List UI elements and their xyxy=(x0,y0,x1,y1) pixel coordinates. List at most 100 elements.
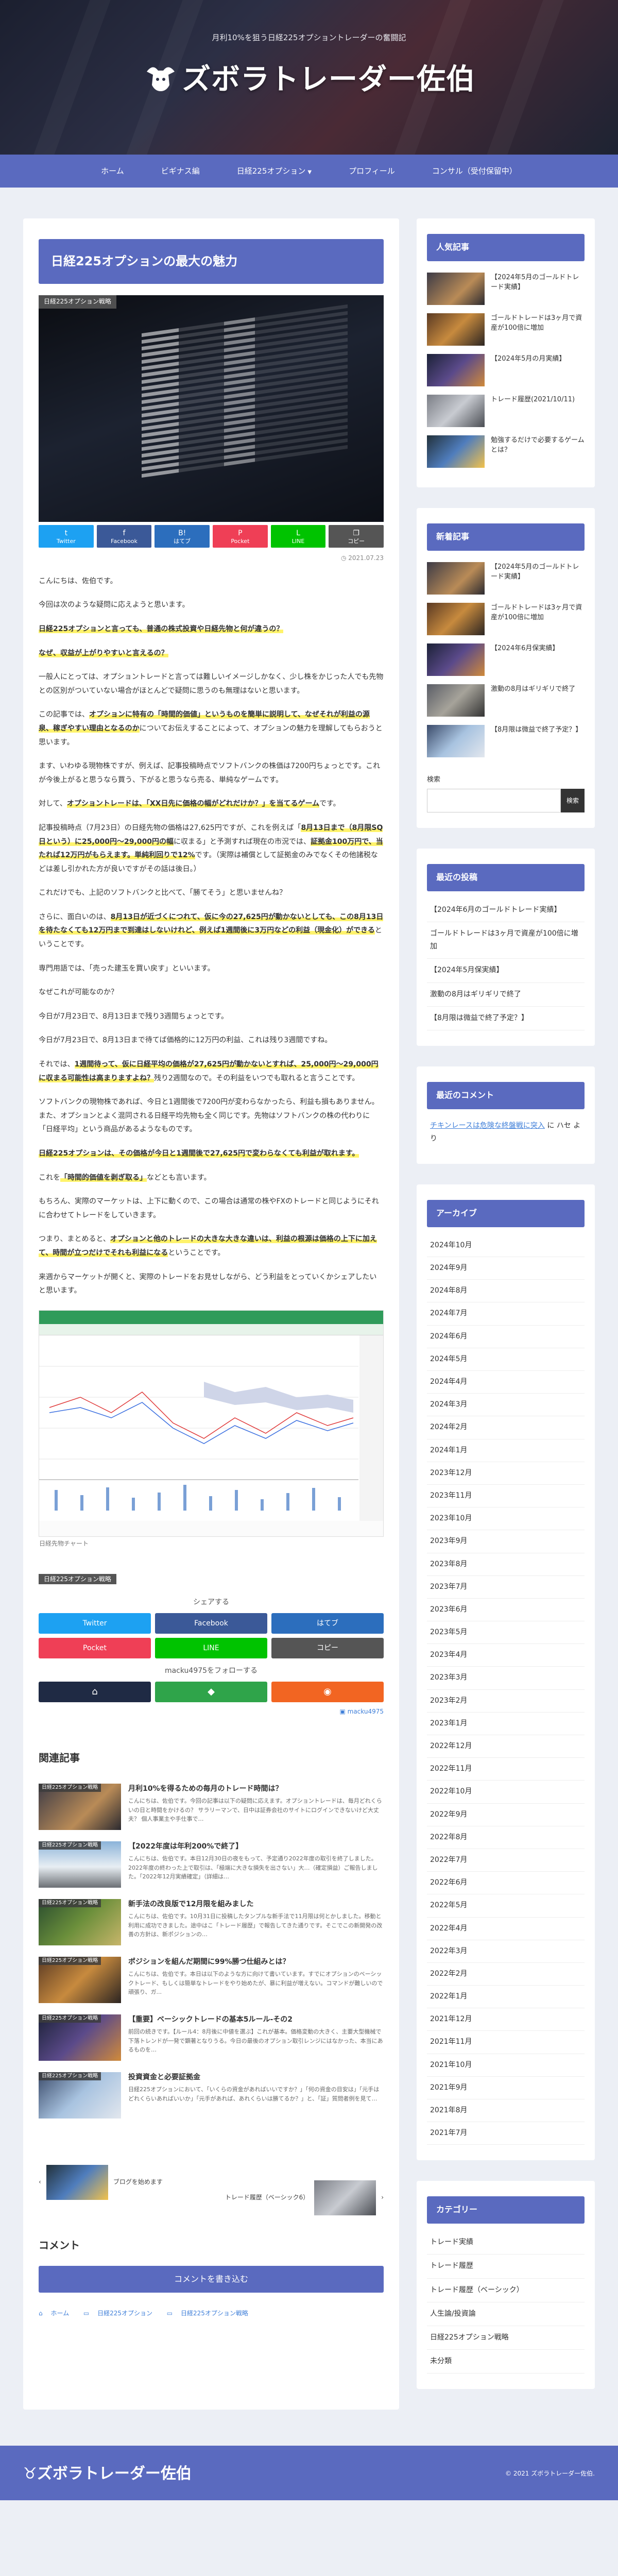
related-thumbnail[interactable]: 日経225オプション戦略 xyxy=(39,2014,121,2061)
related-thumbnail[interactable]: 日経225オプション戦略 xyxy=(39,1783,121,1830)
share-line-button[interactable]: L LINE xyxy=(270,525,326,548)
recent-post-link[interactable]: 【2024年6月のゴールドトレード実績】 xyxy=(427,899,585,922)
eyecatch-category-label[interactable]: 日経225オプション戦略 xyxy=(39,295,116,309)
nav-item-profile[interactable]: プロフィール xyxy=(330,155,414,188)
archive-link[interactable]: 2022年12月 xyxy=(427,1735,585,1758)
new-post-item[interactable]: 激動の8月はギリギリで終了 xyxy=(427,680,585,721)
archive-link[interactable]: 2023年1月 xyxy=(427,1713,585,1735)
share-hatena-button[interactable]: はてブ xyxy=(271,1613,384,1634)
share-pocket-button[interactable]: P Pocket xyxy=(213,525,268,548)
breadcrumb-item[interactable]: ⌂ ホーム xyxy=(39,2310,75,2317)
archive-link[interactable]: 2024年7月 xyxy=(427,1302,585,1326)
archive-link[interactable]: 2021年7月 xyxy=(427,2122,585,2145)
new-post-item[interactable]: ゴールドトレードは3ヶ月で資産が100倍に増加 xyxy=(427,599,585,639)
archive-link[interactable]: 2024年6月 xyxy=(427,1326,585,1348)
nav-item-beginner[interactable]: ビギナス編 xyxy=(143,155,218,188)
category-tag[interactable]: 日経225オプション戦略 xyxy=(39,1573,116,1584)
follow-home-button[interactable]: ⌂ xyxy=(39,1682,151,1703)
related-thumbnail[interactable]: 日経225オプション戦略 xyxy=(39,1841,121,1888)
nav-item-consult[interactable]: コンサル（受付保留中） xyxy=(414,155,536,188)
archive-link[interactable]: 2023年8月 xyxy=(427,1553,585,1576)
popular-post-item[interactable]: 【2024年5月の月実績】 xyxy=(427,350,585,391)
share-twitter-button[interactable]: t Twitter xyxy=(39,525,94,548)
new-post-item[interactable]: 【2024年5月のゴールドトレード実績】 xyxy=(427,558,585,599)
archive-link[interactable]: 2023年10月 xyxy=(427,1507,585,1531)
archive-link[interactable]: 2021年11月 xyxy=(427,2031,585,2054)
archive-link[interactable]: 2023年7月 xyxy=(427,1576,585,1599)
share-hatena-button[interactable]: B! はてブ xyxy=(154,525,210,548)
follow-feedly-button[interactable]: ◆ xyxy=(155,1682,267,1703)
archive-link[interactable]: 2024年8月 xyxy=(427,1280,585,1303)
nav-item-nikkei225[interactable]: 日経225オプション ▼ xyxy=(218,155,330,188)
share-facebook-button[interactable]: f Facebook xyxy=(96,525,152,548)
category-link[interactable]: トレード履歴（ベーシック） xyxy=(427,2279,585,2302)
archive-link[interactable]: 2022年11月 xyxy=(427,1758,585,1781)
site-logo[interactable]: ズボラトレーダー佐伯 xyxy=(0,54,618,106)
recent-comment-link[interactable]: チキンレースは危険な終盤戦に突入 xyxy=(430,1122,545,1130)
related-post[interactable]: 日経225オプション戦略 【2022年度は年利200%で終了】 こんにちは、佐伯で… xyxy=(39,1841,384,1888)
popular-post-item[interactable]: トレード履歴(2021/10/11) xyxy=(427,391,585,431)
archive-link[interactable]: 2023年6月 xyxy=(427,1599,585,1622)
next-post-link[interactable]: トレード履歴（ベーシック6） › xyxy=(225,2180,384,2215)
share-line-button[interactable]: LINE xyxy=(155,1638,267,1659)
share-facebook-button[interactable]: Facebook xyxy=(155,1613,267,1634)
archive-link[interactable]: 2022年10月 xyxy=(427,1781,585,1804)
archive-link[interactable]: 2022年6月 xyxy=(427,1872,585,1895)
related-post[interactable]: 日経225オプション戦略 【重要】ベーシックトレードの基本5ルール‐その2 前回の… xyxy=(39,2014,384,2061)
footer-logo[interactable]: ♉ズボラトレーダー佐伯 xyxy=(23,2460,192,2488)
popular-post-item[interactable]: ゴールドトレードは3ヶ月で資産が100倍に増加 xyxy=(427,309,585,350)
archive-link[interactable]: 2022年2月 xyxy=(427,1963,585,1986)
popular-post-item[interactable]: 【2024年5月のゴールドトレード実績】 xyxy=(427,268,585,309)
share-twitter-button[interactable]: Twitter xyxy=(39,1613,151,1634)
share-pocket-button[interactable]: Pocket xyxy=(39,1638,151,1659)
recent-post-link[interactable]: 【8月限は微益で終了予定？】 xyxy=(427,1007,585,1030)
archive-link[interactable]: 2022年1月 xyxy=(427,1986,585,2009)
follow-rss-button[interactable]: ◉ xyxy=(271,1682,384,1703)
prev-post-link[interactable]: ‹ ブログを始めます xyxy=(39,2149,197,2215)
search-button[interactable]: 検索 xyxy=(561,788,585,812)
category-link[interactable]: 人生論/投資論 xyxy=(427,2302,585,2326)
archive-link[interactable]: 2022年9月 xyxy=(427,1804,585,1826)
archive-link[interactable]: 2021年9月 xyxy=(427,2077,585,2099)
archive-link[interactable]: 2021年12月 xyxy=(427,2008,585,2031)
archive-link[interactable]: 2024年3月 xyxy=(427,1394,585,1417)
recent-post-link[interactable]: 激動の8月はギリギリで終了 xyxy=(427,983,585,1007)
related-post[interactable]: 日経225オプション戦略 月利10%を得るための毎月のトレード時間は？ こんにちは… xyxy=(39,1783,384,1830)
archive-link[interactable]: 2024年5月 xyxy=(427,1348,585,1371)
archive-link[interactable]: 2024年10月 xyxy=(427,1234,585,1258)
search-input[interactable] xyxy=(427,788,561,812)
related-thumbnail[interactable]: 日経225オプション戦略 xyxy=(39,1956,121,2003)
related-post[interactable]: 日経225オプション戦略 投資資金と必要証拠金 日経225オプションにおいて、「い… xyxy=(39,2072,384,2119)
author-link[interactable]: ▣ macku4975 xyxy=(39,1706,384,1718)
archive-link[interactable]: 2023年2月 xyxy=(427,1690,585,1713)
archive-link[interactable]: 2022年3月 xyxy=(427,1940,585,1963)
archive-link[interactable]: 2023年11月 xyxy=(427,1485,585,1508)
archive-link[interactable]: 2022年7月 xyxy=(427,1849,585,1872)
archive-link[interactable]: 2023年5月 xyxy=(427,1621,585,1645)
recent-post-link[interactable]: 【2024年5月保実績】 xyxy=(427,959,585,983)
new-post-item[interactable]: 【8月限は微益で終了予定？】 xyxy=(427,721,585,761)
archive-link[interactable]: 2022年8月 xyxy=(427,1826,585,1849)
popular-post-item[interactable]: 勉強するだけで必要するゲームとは？ xyxy=(427,431,585,472)
copy-link-button[interactable]: コピー xyxy=(271,1638,384,1659)
archive-link[interactable]: 2023年3月 xyxy=(427,1667,585,1690)
nav-item-home[interactable]: ホーム xyxy=(82,155,143,188)
copy-link-button[interactable]: ❐ コピー xyxy=(329,525,384,548)
new-post-item[interactable]: 【2024年6月保実績】 xyxy=(427,639,585,680)
archive-link[interactable]: 2024年1月 xyxy=(427,1439,585,1462)
related-post[interactable]: 日経225オプション戦略 ポジションを組んだ期間に99%勝つ仕組みとは？ こんにち… xyxy=(39,1956,384,2003)
recent-post-link[interactable]: ゴールドトレードは3ヶ月で資産が100倍に増加 xyxy=(427,922,585,959)
related-thumbnail[interactable]: 日経225オプション戦略 xyxy=(39,2072,121,2119)
archive-link[interactable]: 2024年2月 xyxy=(427,1416,585,1439)
archive-link[interactable]: 2023年4月 xyxy=(427,1644,585,1667)
category-link[interactable]: トレード実績 xyxy=(427,2231,585,2255)
category-link[interactable]: 日経225オプション戦略 xyxy=(427,2326,585,2350)
category-link[interactable]: 未分類 xyxy=(427,2350,585,2374)
archive-link[interactable]: 2024年9月 xyxy=(427,1257,585,1280)
archive-link[interactable]: 2023年9月 xyxy=(427,1530,585,1553)
archive-link[interactable]: 2021年8月 xyxy=(427,2099,585,2123)
archive-link[interactable]: 2024年4月 xyxy=(427,1371,585,1394)
related-thumbnail[interactable]: 日経225オプション戦略 xyxy=(39,1899,121,1945)
breadcrumb-item[interactable]: ▭ 日経225オプション xyxy=(83,2310,159,2317)
category-link[interactable]: トレード履歴 xyxy=(427,2255,585,2279)
